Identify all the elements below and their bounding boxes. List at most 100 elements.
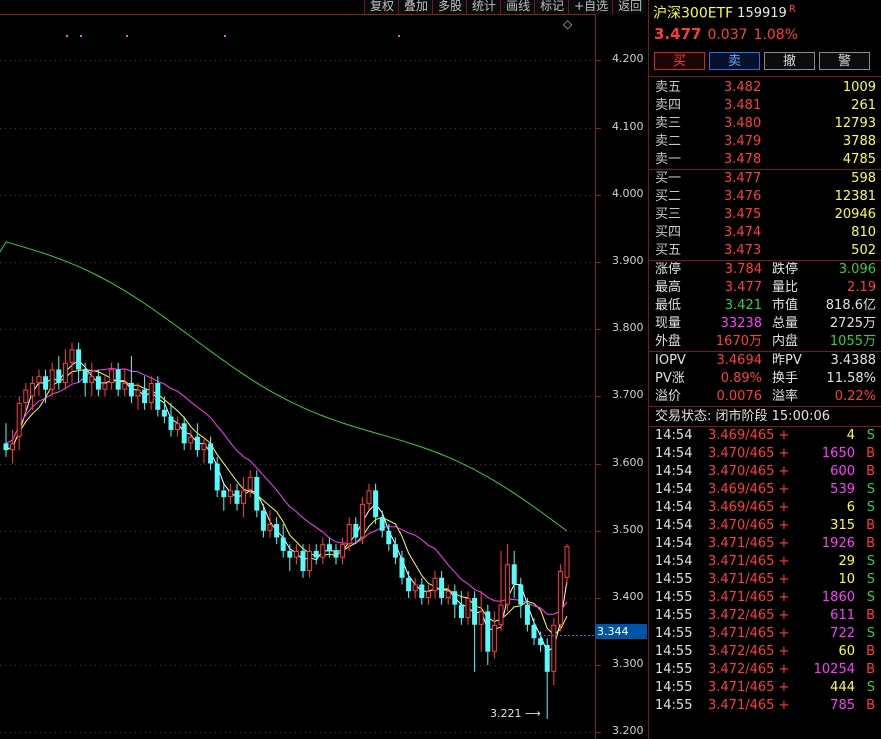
tick-trade-row[interactable]: 14:55 3.471/465 + 1860 S — [649, 589, 881, 607]
trade-time: 14:54 — [655, 446, 693, 461]
alert-button[interactable]: 警 — [819, 52, 870, 70]
candle-body-down — [531, 624, 537, 639]
y-tick-label: 3.600 — [612, 455, 644, 469]
tick-trade-row[interactable]: 14:55 3.471/465 + 444 S — [649, 679, 881, 697]
candle-body-up — [135, 389, 141, 397]
tick-trades-list[interactable]: 14:54 3.469/465 +4 S 14:54 3.470/465 +1650 B 1… — [649, 427, 881, 715]
stat-row: 最高 3.477 量比 2.19 — [649, 279, 881, 297]
stat-row: 现量 33238 总量 2725万 — [649, 315, 881, 333]
trade-side: S — [866, 590, 875, 605]
toolbar-add-watchlist-button[interactable]: +自选 — [568, 0, 613, 14]
trade-price: 3.471/465 + — [708, 572, 790, 587]
trade-time: 14:55 — [655, 662, 693, 677]
orderbook-volume: 3788 — [842, 134, 876, 149]
candle-body-down — [399, 557, 405, 578]
trade-side: S — [866, 554, 875, 569]
stat-label: 外盘 — [655, 334, 682, 349]
candle-body-up — [498, 604, 504, 625]
toolbar-multistock-button[interactable]: 多股 — [432, 0, 467, 14]
tick-trade-row[interactable]: 14:54 3.470/465 + 600 B — [649, 463, 881, 481]
orderbook-row[interactable]: 卖五 3.482 1009 — [649, 79, 881, 97]
tick-trade-row[interactable]: 14:54 3.469/465 + 4 S — [649, 427, 881, 445]
tick-trade-row[interactable]: 14:54 3.470/465 + 1650 B — [649, 445, 881, 463]
candle-body-down — [254, 476, 260, 511]
y-tick-label: 3.800 — [612, 321, 644, 335]
candle-body-down — [280, 537, 286, 551]
candle-body-up — [16, 403, 22, 437]
toolbar-fuquan-button[interactable]: 复权 — [364, 0, 399, 14]
orderbook-row[interactable]: 买三 3.475 20946 — [649, 206, 881, 224]
toolbar-back-button[interactable]: 返回 — [612, 0, 647, 14]
candle-body-up — [346, 524, 352, 545]
orderbook-row[interactable]: 买四 3.474 810 — [649, 224, 881, 242]
trade-time: 14:55 — [655, 680, 693, 695]
trade-time: 14:54 — [655, 536, 693, 551]
candle-body-down — [439, 577, 445, 598]
candle-body-down — [386, 530, 392, 545]
trade-time: 14:54 — [655, 554, 693, 569]
candle-body-up — [465, 597, 471, 619]
tick-trade-row[interactable]: 14:54 3.471/465 + 1926 B — [649, 535, 881, 553]
trade-price: 3.470/465 + — [708, 518, 790, 533]
orderbook-row[interactable]: 卖四 3.481 261 — [649, 97, 881, 115]
orderbook-level: 卖三 — [655, 116, 682, 131]
toolbar-stats-button[interactable]: 统计 — [466, 0, 501, 14]
candle-body-up — [227, 490, 233, 498]
candle-body-down — [333, 550, 339, 558]
stat-label: 最高 — [655, 280, 682, 295]
candle-body-up — [340, 544, 346, 558]
trade-volume: 60 — [838, 644, 855, 659]
candlestick-svg[interactable] — [0, 0, 647, 739]
tick-trade-row[interactable]: 14:55 3.471/465 + 785 B — [649, 697, 881, 715]
tick-trade-row[interactable]: 14:54 3.471/465 + 29 S — [649, 553, 881, 571]
orderbook-row[interactable]: 卖二 3.479 3788 — [649, 133, 881, 151]
trade-side: S — [866, 428, 875, 443]
diamond-icon[interactable]: ◇ — [563, 17, 572, 31]
toolbar-mark-button[interactable]: 标记 — [534, 0, 569, 14]
orderbook-row[interactable]: 买五 3.473 502 — [649, 242, 881, 260]
stat-label: 换手 — [772, 371, 799, 386]
toolbar-overlay-button[interactable]: 叠加 — [398, 0, 433, 14]
tick-trade-row[interactable]: 14:55 3.471/465 + 722 S — [649, 625, 881, 643]
candle-body-up — [293, 550, 299, 558]
candle-body-up — [23, 389, 29, 404]
tick-trade-row[interactable]: 14:54 3.470/465 + 315 B — [649, 517, 881, 535]
candle-body-down — [43, 376, 49, 390]
trade-side: S — [866, 626, 875, 641]
orderbook-row[interactable]: 卖一 3.478 4785 — [649, 151, 881, 169]
tick-trade-row[interactable]: 14:55 3.472/465 + 611 B — [649, 607, 881, 625]
sell-button[interactable]: 卖 — [709, 52, 760, 70]
trade-time: 14:55 — [655, 698, 693, 713]
tick-trade-row[interactable]: 14:54 3.469/465 + 539 S — [649, 481, 881, 499]
security-name[interactable]: 沪深300ETF — [653, 5, 733, 21]
candle-body-down — [544, 644, 550, 672]
trade-price: 3.471/465 + — [708, 590, 790, 605]
orderbook-row[interactable]: 买二 3.476 12381 — [649, 188, 881, 206]
chart-toolbar: 复权 叠加 多股 统计 画线 标记 +自选 返回 — [364, 0, 647, 14]
moving-average-line — [5, 359, 568, 653]
tick-trade-row[interactable]: 14:54 3.469/465 + 6 S — [649, 499, 881, 517]
candle-body-down — [524, 604, 530, 625]
trade-time: 14:54 — [655, 428, 693, 443]
candle-body-down — [56, 369, 62, 383]
orderbook-row[interactable]: 卖三 3.480 12793 — [649, 115, 881, 133]
tick-trade-row[interactable]: 14:55 3.472/465 + 60 B — [649, 643, 881, 661]
y-tick-label: 3.700 — [612, 388, 644, 402]
candle-body-down — [379, 517, 385, 531]
buy-button[interactable]: 买 — [654, 52, 705, 70]
candle-body-up — [307, 550, 313, 572]
tick-trade-row[interactable]: 14:55 3.471/465 + 10 S — [649, 571, 881, 589]
trade-price: 3.472/465 + — [708, 608, 790, 623]
candle-body-up — [175, 423, 181, 430]
orderbook-price: 3.473 — [724, 243, 762, 258]
cancel-order-button[interactable]: 撤 — [764, 52, 815, 70]
orderbook-price: 3.480 — [724, 116, 762, 131]
kline-chart[interactable]: 复权 叠加 多股 统计 画线 标记 +自选 返回 ◇ 4.200 4.100 4.0… — [0, 0, 647, 739]
tick-trade-row[interactable]: 14:55 3.472/465 + 10254 B — [649, 661, 881, 679]
trade-volume: 785 — [830, 698, 855, 713]
candle-body-up — [491, 624, 497, 652]
toolbar-draw-button[interactable]: 画线 — [500, 0, 535, 14]
candle-body-down — [511, 564, 517, 585]
trade-side: B — [866, 608, 875, 623]
orderbook-row[interactable]: 买一 3.477 598 — [649, 170, 881, 188]
